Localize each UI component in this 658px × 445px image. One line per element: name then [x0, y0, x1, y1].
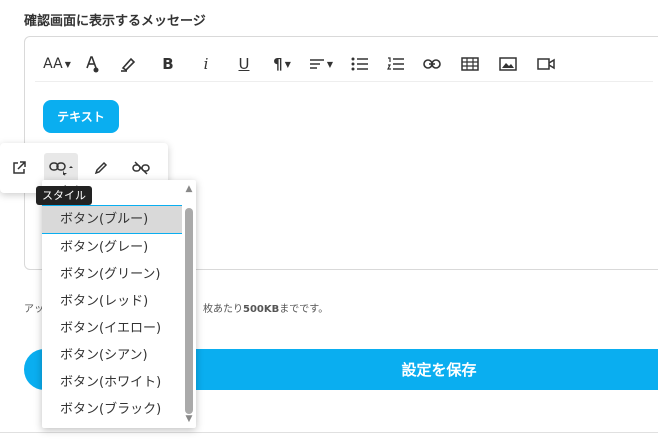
- table-icon[interactable]: [457, 51, 483, 77]
- upload-note-start: アッ: [24, 304, 44, 315]
- unlink-icon[interactable]: [126, 153, 156, 183]
- editor-toolbar: AA ▼ B i U ¶ ▼ ▼: [35, 47, 653, 82]
- align-icon[interactable]: ▼: [305, 51, 337, 77]
- paragraph-button[interactable]: ¶ ▼: [267, 51, 297, 77]
- style-option[interactable]: ボタン(レッド): [42, 288, 182, 315]
- highlight-icon[interactable]: [115, 51, 141, 77]
- style-option-selected[interactable]: ボタン(ブルー): [42, 206, 182, 234]
- note-prefix: 枚あたり: [203, 304, 243, 315]
- video-icon[interactable]: [533, 51, 559, 77]
- scroll-down-icon[interactable]: ▼: [184, 414, 194, 424]
- style-option[interactable]: ボタン(グリーン): [42, 261, 182, 288]
- numbered-list-icon[interactable]: [383, 51, 409, 77]
- style-option[interactable]: ボタン(シアン): [42, 342, 182, 369]
- section-label: 確認画面に表示するメッセージ: [24, 14, 206, 29]
- style-dropdown[interactable]: なし ボタン(ブルー) ボタン(グレー) ボタン(グリーン) ボタン(レッド) …: [42, 180, 196, 428]
- image-icon[interactable]: [495, 51, 521, 77]
- open-link-icon[interactable]: [4, 153, 34, 183]
- italic-label: i: [203, 55, 209, 73]
- bold-button[interactable]: B: [155, 51, 181, 77]
- bullet-list-icon[interactable]: [347, 51, 373, 77]
- dropdown-scrollbar[interactable]: ▲ ▼: [184, 184, 194, 424]
- note-size: 500KB: [243, 304, 280, 315]
- style-option[interactable]: ボタン(ブラック): [42, 396, 182, 423]
- style-tooltip: スタイル: [36, 186, 92, 205]
- style-option[interactable]: ボタン(グレー): [42, 234, 182, 261]
- style-option[interactable]: ボタン(ホワイト): [42, 369, 182, 396]
- divider: [0, 432, 658, 433]
- style-option-list: なし ボタン(ブルー) ボタン(グレー) ボタン(グリーン) ボタン(レッド) …: [42, 180, 182, 423]
- scroll-up-icon[interactable]: ▲: [184, 184, 194, 194]
- underline-label: U: [238, 55, 250, 73]
- style-option[interactable]: ボタン(イエロー): [42, 315, 182, 342]
- italic-button[interactable]: i: [193, 51, 219, 77]
- paragraph-label: ¶: [273, 55, 283, 73]
- font-size-label: AA: [43, 56, 63, 72]
- upload-note-end: 枚あたり500KBまでです。: [203, 300, 328, 315]
- bold-label: B: [162, 55, 174, 73]
- text-color-icon[interactable]: [79, 51, 105, 77]
- note-suffix: までです。: [279, 304, 329, 315]
- scroll-thumb[interactable]: [185, 208, 193, 414]
- font-size-button[interactable]: AA ▼: [41, 51, 73, 77]
- link-icon[interactable]: [419, 51, 445, 77]
- underline-button[interactable]: U: [231, 51, 257, 77]
- editor-text-button[interactable]: テキスト: [43, 100, 119, 133]
- link-style-button[interactable]: [44, 153, 78, 183]
- edit-link-icon[interactable]: [86, 153, 116, 183]
